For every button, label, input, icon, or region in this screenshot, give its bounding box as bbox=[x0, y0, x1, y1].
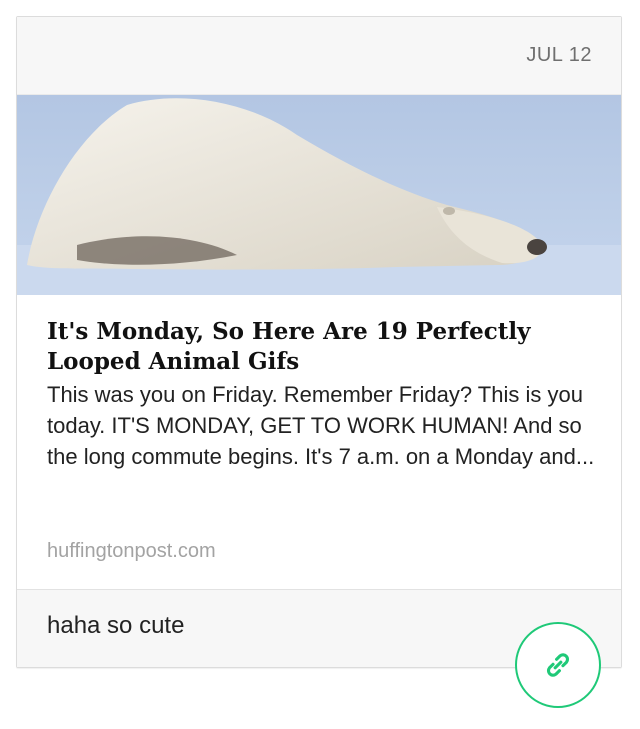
post-card: JUL 12 It's Monday, So Here Are 19 Perfe… bbox=[16, 16, 622, 668]
post-image[interactable] bbox=[17, 95, 621, 295]
polar-bear-image bbox=[17, 95, 621, 295]
link-button[interactable] bbox=[515, 622, 601, 708]
post-date: JUL 12 bbox=[526, 44, 592, 66]
post-content[interactable]: It's Monday, So Here Are 19 Perfectly Lo… bbox=[47, 317, 597, 472]
post-source[interactable]: huffingtonpost.com bbox=[47, 540, 216, 563]
post-comment: haha so cute bbox=[47, 612, 185, 639]
link-icon bbox=[546, 653, 570, 677]
post-summary: This was you on Friday. Remember Friday?… bbox=[47, 382, 595, 469]
card-header: JUL 12 bbox=[17, 17, 621, 95]
post-headline[interactable]: It's Monday, So Here Are 19 Perfectly Lo… bbox=[47, 317, 597, 377]
